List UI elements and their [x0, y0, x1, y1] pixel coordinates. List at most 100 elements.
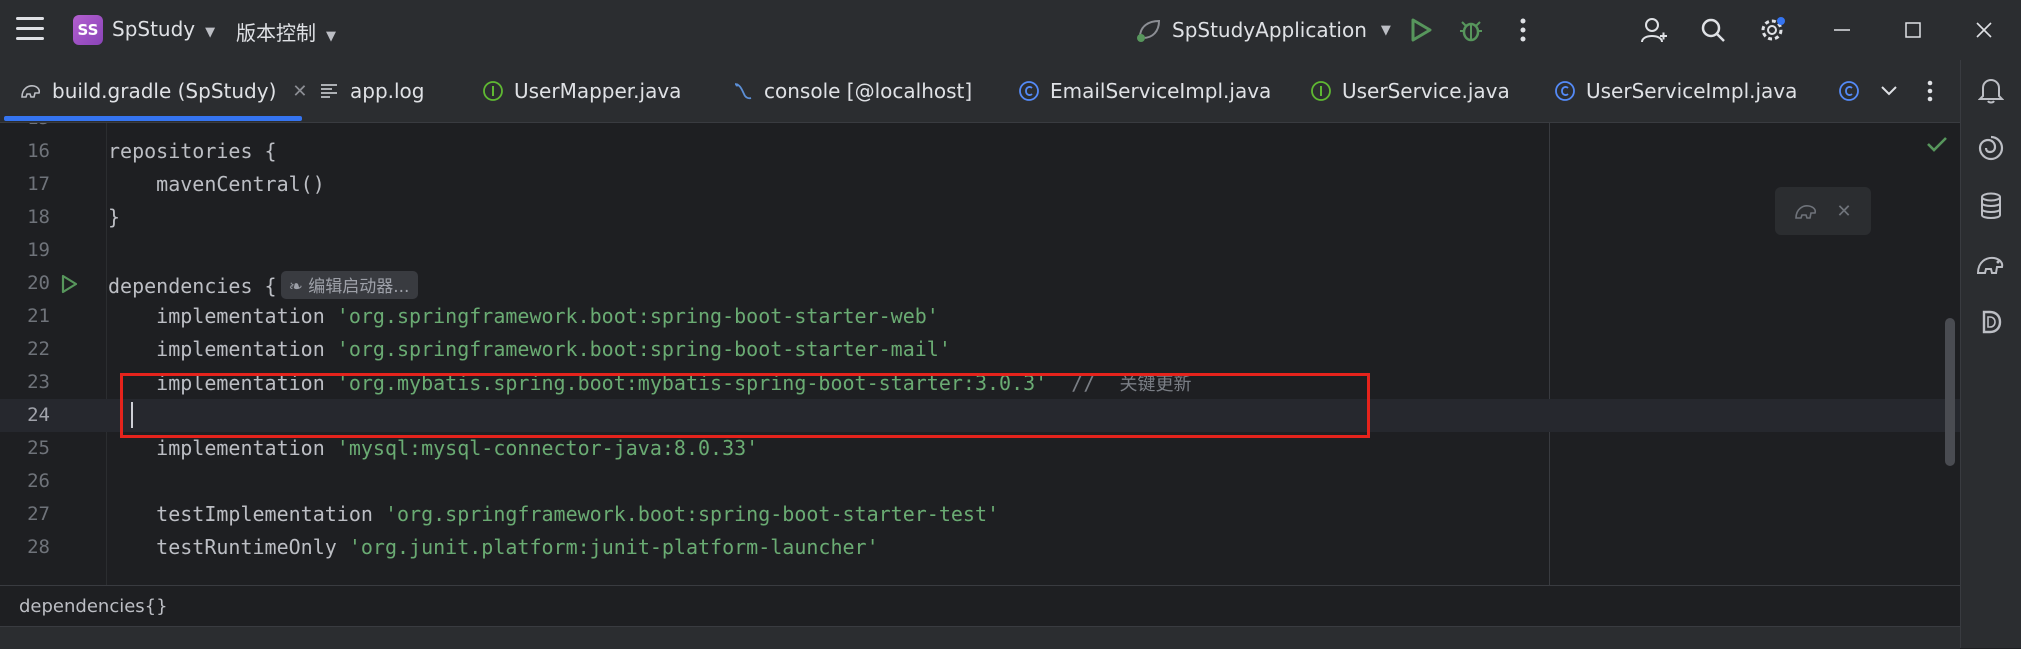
- code-line[interactable]: 17 mavenCentral(): [0, 168, 1960, 201]
- gradle-reload-icon[interactable]: [1794, 200, 1820, 222]
- code-text[interactable]: implementation 'org.springframework.boot…: [108, 304, 939, 328]
- code-text[interactable]: testImplementation 'org.springframework.…: [108, 502, 999, 526]
- vertical-scrollbar[interactable]: [1945, 318, 1955, 466]
- line-number: 27: [27, 503, 50, 525]
- code-token: 'org.junit.platform:junit-platform-launc…: [348, 535, 879, 559]
- database-icon[interactable]: [1975, 190, 2007, 222]
- right-tool-strip: [1960, 60, 2021, 648]
- close-tab-icon[interactable]: ✕: [292, 81, 307, 102]
- interface-icon: [482, 80, 504, 102]
- line-number: 21: [27, 305, 50, 327]
- line-number: 25: [27, 437, 50, 459]
- tab-label: UserService.java: [1342, 79, 1510, 103]
- close-popup-icon[interactable]: ✕: [1836, 201, 1851, 222]
- add-user-icon[interactable]: [1638, 14, 1670, 46]
- line-number: 15: [0, 123, 50, 129]
- bottom-tool-panel: [0, 626, 1960, 649]
- vcs-menu[interactable]: 版本控制 ▼: [236, 17, 336, 46]
- line-number: 17: [27, 173, 50, 195]
- tab-app-log[interactable]: app.log: [318, 60, 425, 122]
- active-tab-indicator: [4, 116, 302, 121]
- code-line[interactable]: 15: [0, 123, 1960, 135]
- code-token: 'org.springframework.boot:spring-boot-st…: [336, 304, 939, 328]
- class-icon: [1554, 80, 1576, 102]
- tab-user-mapper[interactable]: UserMapper.java: [482, 60, 681, 122]
- spring-leaf-icon: ❧: [288, 277, 309, 297]
- tab-db-console[interactable]: console [@localhost]: [732, 60, 972, 122]
- line-number: 20: [27, 272, 50, 294]
- code-line[interactable]: 22 implementation 'org.springframework.b…: [0, 333, 1960, 366]
- code-token: testRuntimeOnly: [108, 535, 349, 559]
- run-icon[interactable]: [1405, 14, 1437, 46]
- tab-options-icon[interactable]: [1927, 60, 1933, 122]
- code-line[interactable]: 26: [0, 465, 1960, 498]
- code-text[interactable]: implementation 'mysql:mysql-connector-ja…: [108, 436, 758, 460]
- log-file-icon: [318, 80, 340, 102]
- line-number: 22: [27, 338, 50, 360]
- spring-boot-icon: [1137, 19, 1161, 42]
- code-token: 'mysql:mysql-connector-java:8.0.33': [336, 436, 759, 460]
- run-config-name: SpStudyApplication: [1172, 18, 1367, 42]
- tab-email-service-impl[interactable]: EmailServiceImpl.java: [1018, 60, 1271, 122]
- gradle-icon: [20, 80, 42, 102]
- settings-gear-icon[interactable]: [1756, 14, 1788, 46]
- code-token: repositories {: [108, 139, 277, 163]
- breadcrumb-item[interactable]: dependencies{}: [19, 596, 168, 617]
- gradle-reload-popup[interactable]: ✕: [1775, 187, 1871, 235]
- close-window-icon[interactable]: [1968, 14, 2000, 46]
- code-line[interactable]: 16 repositories {: [0, 135, 1960, 168]
- project-badge[interactable]: SS: [73, 15, 103, 45]
- minimize-window-icon[interactable]: [1826, 14, 1858, 46]
- line-number: 28: [27, 536, 50, 558]
- code-line[interactable]: 21 implementation 'org.springframework.b…: [0, 300, 1960, 333]
- tab-label: build.gradle (SpStudy): [52, 79, 277, 103]
- notifications-bell-icon[interactable]: [1975, 74, 2007, 106]
- editor-tab-bar: build.gradle (SpStudy) ✕ app.log UserMap…: [0, 60, 1960, 123]
- search-icon[interactable]: [1697, 14, 1729, 46]
- edit-starters-inlay-hint[interactable]: ❧ 编辑启动器...: [280, 271, 419, 299]
- tab-label: UserServiceImpl.java: [1586, 79, 1798, 103]
- code-text[interactable]: implementation 'org.springframework.boot…: [108, 337, 951, 361]
- class-icon: [1838, 80, 1860, 102]
- tab-overflow-class[interactable]: [1838, 60, 1870, 122]
- code-text[interactable]: testRuntimeOnly 'org.junit.platform:juni…: [108, 535, 879, 559]
- code-text[interactable]: dependencies {❧ 编辑启动器...: [108, 271, 419, 299]
- code-text[interactable]: repositories {: [108, 139, 277, 163]
- tab-user-service[interactable]: UserService.java: [1310, 60, 1510, 122]
- code-line[interactable]: 18}: [0, 201, 1960, 234]
- gradle-tool-icon[interactable]: [1975, 248, 2007, 280]
- no-problems-check-icon[interactable]: [1926, 135, 1948, 157]
- line-number: 26: [27, 470, 50, 492]
- line-number: 16: [27, 140, 50, 162]
- code-text[interactable]: mavenCentral(): [108, 172, 325, 196]
- maximize-window-icon[interactable]: [1897, 14, 1929, 46]
- code-text[interactable]: }: [108, 205, 120, 229]
- code-token: implementation: [108, 304, 337, 328]
- code-token: implementation: [108, 337, 337, 361]
- more-actions-icon[interactable]: [1507, 14, 1539, 46]
- breadcrumb[interactable]: dependencies{}: [0, 585, 1960, 626]
- red-highlight-box: [120, 373, 1370, 438]
- db-console-icon: [732, 80, 754, 102]
- inlay-hint-label: 编辑启动器...: [308, 277, 410, 297]
- project-name: SpStudy: [112, 17, 196, 41]
- chevron-down-icon: ▼: [326, 29, 336, 44]
- ai-assistant-icon[interactable]: [1975, 132, 2007, 164]
- code-line[interactable]: 20 dependencies {❧ 编辑启动器...: [0, 267, 1960, 300]
- code-line[interactable]: 27 testImplementation 'org.springframewo…: [0, 498, 1960, 531]
- project-switcher[interactable]: SpStudy ▼: [112, 17, 215, 41]
- debug-icon[interactable]: [1455, 14, 1487, 46]
- d-plugin-icon[interactable]: [1975, 306, 2007, 338]
- code-editor[interactable]: 1516repositories {17 mavenCentral()18}19…: [0, 123, 1960, 585]
- run-gutter-icon[interactable]: [60, 274, 78, 298]
- code-line[interactable]: 19: [0, 234, 1960, 267]
- tab-user-service-impl[interactable]: UserServiceImpl.java: [1554, 60, 1797, 122]
- tab-build-gradle[interactable]: build.gradle (SpStudy) ✕: [20, 60, 307, 122]
- run-configuration-selector[interactable]: SpStudyApplication ▼: [1134, 17, 1391, 43]
- code-token: testImplementation: [108, 502, 385, 526]
- code-line[interactable]: 28 testRuntimeOnly 'org.junit.platform:j…: [0, 531, 1960, 564]
- tabs-dropdown-icon[interactable]: [1880, 60, 1898, 122]
- code-token: 'org.springframework.boot:spring-boot-st…: [336, 337, 951, 361]
- code-token: }: [108, 205, 121, 229]
- main-menu-icon[interactable]: [16, 17, 44, 41]
